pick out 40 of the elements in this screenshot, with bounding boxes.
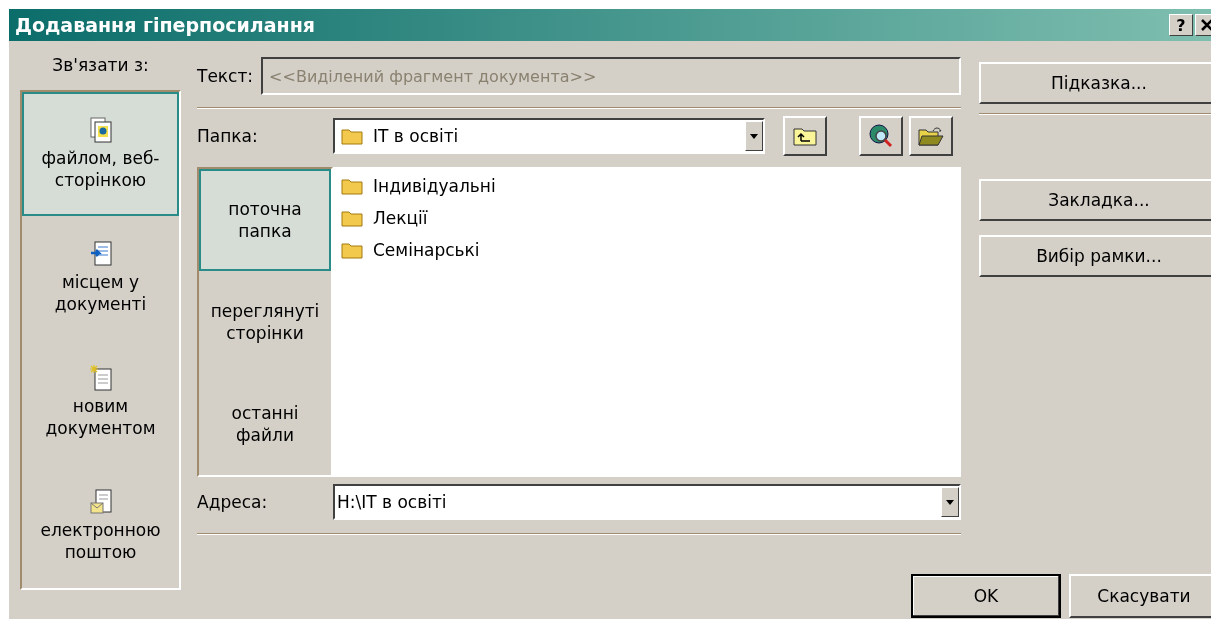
close-icon [1201, 19, 1211, 31]
open-folder-icon [918, 125, 944, 147]
bookmark-button[interactable]: Закладка... [979, 179, 1211, 221]
open-folder-button[interactable] [909, 116, 953, 156]
link-type-item[interactable]: файлом, веб-сторінкою [22, 92, 179, 216]
up-folder-button[interactable] [783, 116, 827, 156]
dropdown-arrow-icon [946, 499, 954, 505]
places-item[interactable]: переглянуті сторінки [199, 271, 331, 373]
folder-icon [341, 177, 363, 195]
folder-name[interactable]: Лекції [373, 208, 428, 228]
link-type-item[interactable]: місцем у документі [22, 216, 179, 340]
new-document-icon [89, 364, 112, 391]
ok-button[interactable]: OK [911, 574, 1061, 618]
places-item[interactable]: останні файли [199, 373, 331, 475]
window-title: Додавання гіперпосилання [14, 14, 316, 36]
address-label: Адреса: [197, 492, 269, 512]
help-button[interactable]: ? [1169, 14, 1193, 36]
dropdown-arrow-icon [750, 133, 758, 139]
link-type-item[interactable]: електронною поштою [22, 464, 179, 588]
folder-name[interactable]: Семінарські [373, 240, 480, 260]
text-label: Текст: [197, 66, 254, 86]
globe-search-icon [868, 123, 894, 149]
email-document-icon [89, 488, 112, 515]
folder-icon [341, 127, 363, 145]
folder-icon [341, 209, 363, 227]
folder-icon [341, 241, 363, 259]
folder-dropdown[interactable]: IT в освіті [333, 118, 765, 154]
folder-name[interactable]: Індивідуальні [373, 176, 496, 196]
address-dropdown[interactable]: H:\IT в освіті [333, 484, 961, 520]
places-item[interactable]: поточна папка [199, 169, 331, 271]
document-icon [89, 116, 112, 143]
folder-label: Папка: [197, 126, 259, 146]
cancel-button[interactable]: Скасувати [1069, 574, 1211, 618]
search-web-button[interactable] [859, 116, 903, 156]
tooltip-button[interactable]: Підказка... [979, 62, 1211, 104]
folder-up-icon [793, 126, 817, 146]
link-to-label: Зв'язати з: [51, 54, 150, 77]
document-icon [89, 240, 112, 267]
link-type-item[interactable]: новим документом [22, 340, 179, 464]
frame-button[interactable]: Вибір рамки... [979, 235, 1211, 277]
